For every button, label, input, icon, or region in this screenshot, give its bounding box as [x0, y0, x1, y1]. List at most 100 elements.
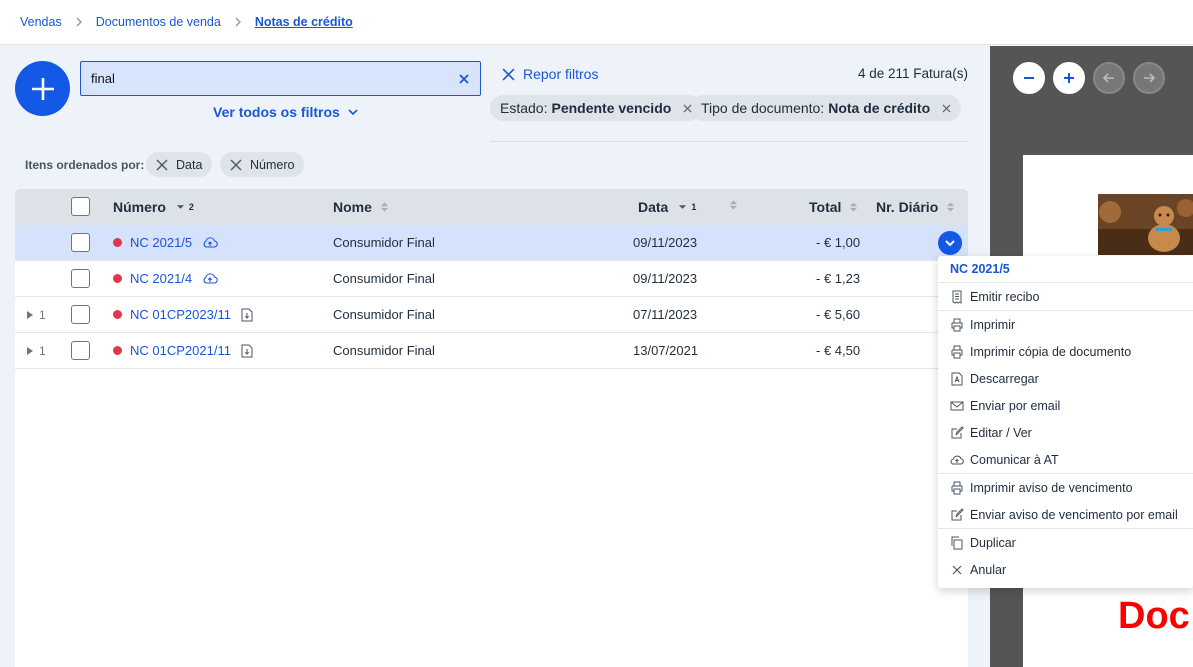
document-total: - € 4,50 [816, 343, 861, 358]
status-dot [113, 238, 122, 247]
column-nome[interactable]: Nome [333, 199, 389, 215]
table-row[interactable]: NC 2021/4 Consumidor Final 09/11/2023 - … [15, 261, 968, 297]
client-name: Consumidor Final [333, 343, 435, 358]
document-number-link[interactable]: NC 2021/4 [130, 271, 218, 286]
table-row[interactable]: NC 2021/5 Consumidor Final 09/11/2023 - … [15, 225, 968, 261]
chevron-right-icon [235, 17, 241, 27]
menu-item-comunicar-at[interactable]: Comunicar à AT [938, 446, 1193, 473]
all-filters-label: Ver todos os filtros [213, 104, 340, 120]
printer-icon [951, 345, 963, 358]
column-total[interactable]: Total [809, 199, 858, 215]
menu-item-label: Enviar por email [970, 398, 1061, 413]
row-actions-button[interactable] [938, 231, 962, 255]
menu-item-label: Imprimir aviso de vencimento [970, 480, 1133, 495]
menu-item-label: Imprimir [970, 317, 1016, 332]
pdf-file-icon [951, 372, 963, 385]
column-numero[interactable]: Número 2 [113, 199, 194, 215]
close-icon[interactable] [230, 159, 242, 171]
filter-chip-tipo: Tipo de documento: Nota de crédito [691, 95, 962, 121]
menu-item-label: Emitir recibo [970, 289, 1040, 304]
zoom-in-button[interactable] [1053, 62, 1085, 94]
all-filters-toggle[interactable]: Ver todos os filtros [213, 104, 358, 120]
menu-item-emitir-recibo[interactable]: Emitir recibo [938, 283, 1193, 310]
menu-item-enviar-aviso[interactable]: Enviar aviso de vencimento por email [938, 501, 1193, 528]
add-document-button[interactable] [15, 61, 70, 116]
reset-filters-button[interactable]: Repor filtros [502, 66, 598, 82]
menu-item-duplicar[interactable]: Duplicar [938, 529, 1193, 556]
filter-chip-key: Tipo de documento: [701, 100, 825, 116]
zoom-out-button[interactable] [1013, 62, 1045, 94]
document-date: 09/11/2023 [633, 271, 698, 286]
arrow-right-icon [1144, 73, 1156, 83]
sort-icon [947, 202, 955, 212]
search-input[interactable] [91, 71, 458, 86]
caret-right-icon [27, 311, 33, 319]
sort-chip-numero[interactable]: Número [220, 152, 305, 177]
previous-page-button[interactable] [1093, 62, 1125, 94]
column-diario[interactable]: Nr. Diário [876, 199, 955, 215]
select-all-checkbox[interactable] [71, 197, 90, 216]
document-icon [241, 308, 253, 321]
printer-icon [951, 481, 963, 494]
document-number: NC 2021/5 [130, 235, 193, 250]
close-icon[interactable] [156, 159, 168, 171]
table-row[interactable]: 1 NC 01CP2023/11 Consumidor Final 07/11/… [15, 297, 968, 333]
close-icon[interactable] [942, 103, 951, 113]
document-total: - € 5,60 [816, 307, 861, 322]
menu-item-editar[interactable]: Editar / Ver [938, 419, 1193, 446]
sort-chip-label: Data [176, 157, 203, 172]
caret-right-icon [27, 347, 33, 355]
close-icon[interactable] [458, 73, 470, 85]
row-expand-toggle[interactable]: 1 [27, 344, 46, 358]
document-number-link[interactable]: NC 2021/5 [130, 235, 218, 250]
filter-chip-key: Estado: [500, 100, 548, 116]
plus-icon [1064, 73, 1074, 83]
breadcrumb-vendas[interactable]: Vendas [20, 15, 62, 29]
row-checkbox[interactable] [71, 269, 90, 288]
status-dot [113, 310, 122, 319]
filter-chip-estado: Estado: Pendente vencido [490, 95, 703, 121]
copy-icon [951, 536, 963, 549]
document-icon [241, 344, 253, 357]
menu-item-descarregar[interactable]: Descarregar [938, 365, 1193, 392]
cloud-upload-icon [203, 237, 218, 248]
arrow-left-icon [1102, 73, 1114, 83]
menu-item-label: Anular [970, 562, 1007, 577]
cloud-upload-icon [203, 273, 218, 284]
envelope-icon [950, 401, 964, 410]
menu-item-anular[interactable]: Anular [938, 556, 1193, 583]
sort-order-number: 2 [188, 202, 194, 212]
menu-item-imprimir-aviso[interactable]: Imprimir aviso de vencimento [938, 474, 1193, 501]
document-date: 09/11/2023 [633, 235, 698, 250]
row-checkbox[interactable] [71, 305, 90, 324]
document-number-link[interactable]: NC 01CP2023/11 [130, 307, 253, 322]
sort-chip-data[interactable]: Data [146, 152, 213, 177]
preview-document-title: Doc [1118, 595, 1190, 637]
row-expand-toggle[interactable]: 1 [27, 308, 46, 322]
menu-item-label: Duplicar [970, 535, 1016, 550]
breadcrumb-documentos[interactable]: Documentos de venda [96, 15, 221, 29]
menu-item-imprimir[interactable]: Imprimir [938, 311, 1193, 338]
sort-icon [380, 202, 389, 212]
close-icon [502, 68, 515, 80]
documents-table: Número 2 Nome Data 1 Total Nr. Diário NC… [15, 189, 968, 667]
plus-icon [31, 77, 54, 100]
sort-icon [850, 202, 858, 212]
sort-icon[interactable] [729, 199, 738, 211]
child-count: 1 [39, 308, 46, 322]
row-checkbox[interactable] [71, 233, 90, 252]
child-count: 1 [39, 344, 46, 358]
column-data[interactable]: Data 1 [638, 199, 696, 215]
menu-item-imprimir-copia[interactable]: Imprimir cópia de documento [938, 338, 1193, 365]
row-actions-menu: NC 2021/5 Emitir recibo Imprimir Imprimi… [938, 256, 1193, 588]
document-number: NC 01CP2021/11 [130, 343, 231, 358]
row-checkbox[interactable] [71, 341, 90, 360]
menu-item-enviar-email[interactable]: Enviar por email [938, 392, 1193, 419]
breadcrumb: Vendas Documentos de venda Notas de créd… [0, 0, 1193, 45]
client-name: Consumidor Final [333, 307, 435, 322]
breadcrumb-notas-credito[interactable]: Notas de crédito [255, 15, 353, 29]
document-number-link[interactable]: NC 01CP2021/11 [130, 343, 253, 358]
table-row[interactable]: 1 NC 01CP2021/11 Consumidor Final 13/07/… [15, 333, 968, 369]
next-page-button[interactable] [1133, 62, 1165, 94]
sort-desc-icon [679, 205, 687, 209]
